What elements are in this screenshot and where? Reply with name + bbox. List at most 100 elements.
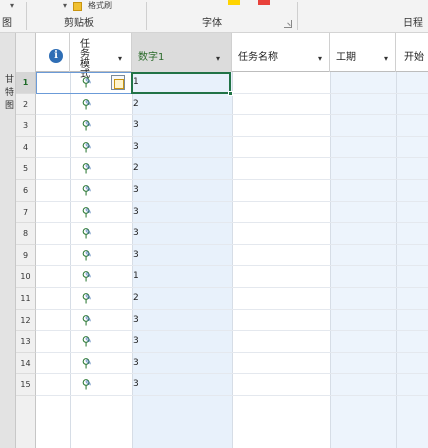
header-task-mode[interactable]: 任务模式 ▾ [70,33,132,80]
header-duration[interactable]: 工期 ▾ [330,33,396,72]
row-header[interactable]: 15 [16,374,36,396]
header-task-name[interactable]: 任务名称 ▾ [232,33,330,72]
ribbon-separator [26,2,27,30]
auto-schedule-icon: ⚲ [78,266,94,286]
table-row[interactable]: ⚲3 [36,245,428,267]
ribbon-separator [297,2,298,30]
row-header[interactable]: 6 [16,179,36,202]
gantt-chart-label: 甘特图 [3,74,13,114]
number1-cell[interactable]: 3 [133,202,139,223]
table-row[interactable]: ⚲3 [36,310,428,332]
table-row[interactable]: ⚲3 [36,374,428,396]
row-header[interactable]: 11 [16,287,36,310]
row-header[interactable]: 12 [16,309,36,332]
number1-cell[interactable]: 3 [133,331,139,352]
chevron-down-icon[interactable]: ▾ [384,54,388,64]
font-dialog-launcher-icon[interactable] [284,20,292,28]
number1-cell[interactable]: 3 [133,245,139,266]
header-start[interactable]: 开始 [396,33,428,72]
table-row[interactable]: ⚲3 [36,353,428,375]
number1-cell[interactable]: 3 [133,180,139,201]
table-row[interactable]: ⚲2 [36,94,428,116]
group-label-font: 字体 [202,18,222,29]
chevron-down-icon[interactable]: ▾ [216,54,220,64]
view-bar[interactable]: 甘特图 [0,33,16,448]
select-all-corner[interactable] [16,33,36,72]
task-note-icon[interactable] [111,75,125,90]
auto-schedule-icon: ⚲ [78,202,94,222]
number1-cell[interactable]: 2 [133,94,139,115]
table-row[interactable]: ⚲3 [36,331,428,353]
row-header[interactable]: 9 [16,244,36,267]
group-label-clipboard: 剪贴板 [64,18,94,29]
row-header[interactable]: 10 [16,266,36,288]
number1-cell[interactable]: 3 [133,310,139,331]
table-row[interactable]: ⚲3 [36,202,428,224]
paste-format-area[interactable]: ▾ 格式刷 [63,0,112,12]
header-duration-label: 工期 [336,52,356,63]
font-color-swatch[interactable] [258,0,270,5]
number1-cell[interactable]: 1 [133,266,139,287]
group-label-schedule: 日程 [403,18,423,29]
row-header[interactable]: 3 [16,115,36,137]
auto-schedule-icon: ⚲ [78,94,94,114]
header-number1[interactable]: 数字1 ▾ [132,33,232,72]
row-header[interactable]: 2 [16,93,36,116]
auto-schedule-icon: ⚲ [78,331,94,351]
chevron-down-icon[interactable]: ▾ [118,54,122,64]
row-header[interactable]: 8 [16,223,36,245]
dropdown-arrow-icon[interactable]: ▾ [63,2,67,10]
header-task-name-label: 任务名称 [238,52,278,63]
format-painter-icon [73,1,83,11]
auto-schedule-icon: ⚲ [78,223,94,243]
table-row[interactable]: ⚲2 [36,158,428,180]
row-header[interactable]: 4 [16,136,36,159]
table-row[interactable]: ⚲3 [36,180,428,202]
table-row[interactable]: ⚲3 [36,137,428,159]
number1-cell[interactable]: 2 [133,288,139,309]
row-headers-empty [16,396,36,448]
auto-schedule-icon: ⚲ [78,158,94,178]
row-headers: 1 2 3 4 5 6 7 8 9 10 11 12 13 14 15 [16,72,36,396]
table-row[interactable]: ⚲1 [36,266,428,288]
auto-schedule-icon: ⚲ [78,288,94,308]
row-header[interactable]: 13 [16,331,36,353]
selected-cell[interactable] [131,72,233,96]
number1-cell[interactable]: 3 [133,223,139,244]
auto-schedule-icon: ⚲ [78,374,94,394]
table-row[interactable]: ⚲3 [36,115,428,137]
auto-schedule-icon: ⚲ [78,115,94,135]
row-header[interactable]: 14 [16,352,36,375]
ribbon-separator [146,2,147,30]
task-sheet: i 任务模式 ▾ 数字1 ▾ 任务名称 ▾ 工期 ▾ 开始 1234567891… [16,33,428,448]
highlight-color-swatch[interactable] [228,0,240,5]
group-label-view: 图 [2,18,12,29]
table-row[interactable]: ⚲2 [36,288,428,310]
number1-cell[interactable]: 3 [133,137,139,158]
format-painter-label[interactable]: 格式刷 [88,2,112,10]
fill-handle[interactable] [228,90,233,96]
header-indicators[interactable]: i [36,33,70,72]
chevron-down-icon[interactable]: ▾ [10,2,14,10]
row-header[interactable]: 1 [16,72,36,94]
chevron-down-icon[interactable]: ▾ [318,54,322,64]
auto-schedule-icon: ⚲ [78,180,94,200]
number1-cell[interactable]: 3 [133,374,139,395]
info-icon: i [49,49,63,63]
grid-body: ⚲1⚲2⚲3⚲3⚲2⚲3⚲3⚲3⚲3⚲1⚲2⚲3⚲3⚲3⚲3 [36,72,428,448]
auto-schedule-icon: ⚲ [78,310,94,330]
view-dropdown[interactable]: ▾ [10,0,14,12]
view-bar-label: 甘特图 [1,74,15,424]
auto-schedule-icon: ⚲ [78,137,94,157]
number1-cell[interactable]: 2 [133,158,139,179]
number1-cell[interactable]: 3 [133,115,139,136]
header-number1-label: 数字1 [138,52,165,63]
auto-schedule-icon: ⚲ [78,353,94,373]
table-row[interactable]: ⚲3 [36,223,428,245]
row-header[interactable]: 5 [16,158,36,180]
column-header-row: i 任务模式 ▾ 数字1 ▾ 任务名称 ▾ 工期 ▾ 开始 [16,33,428,80]
header-start-label: 开始 [404,52,424,63]
number1-cell[interactable]: 3 [133,353,139,374]
row-header[interactable]: 7 [16,201,36,224]
auto-schedule-icon: ⚲ [78,245,94,265]
